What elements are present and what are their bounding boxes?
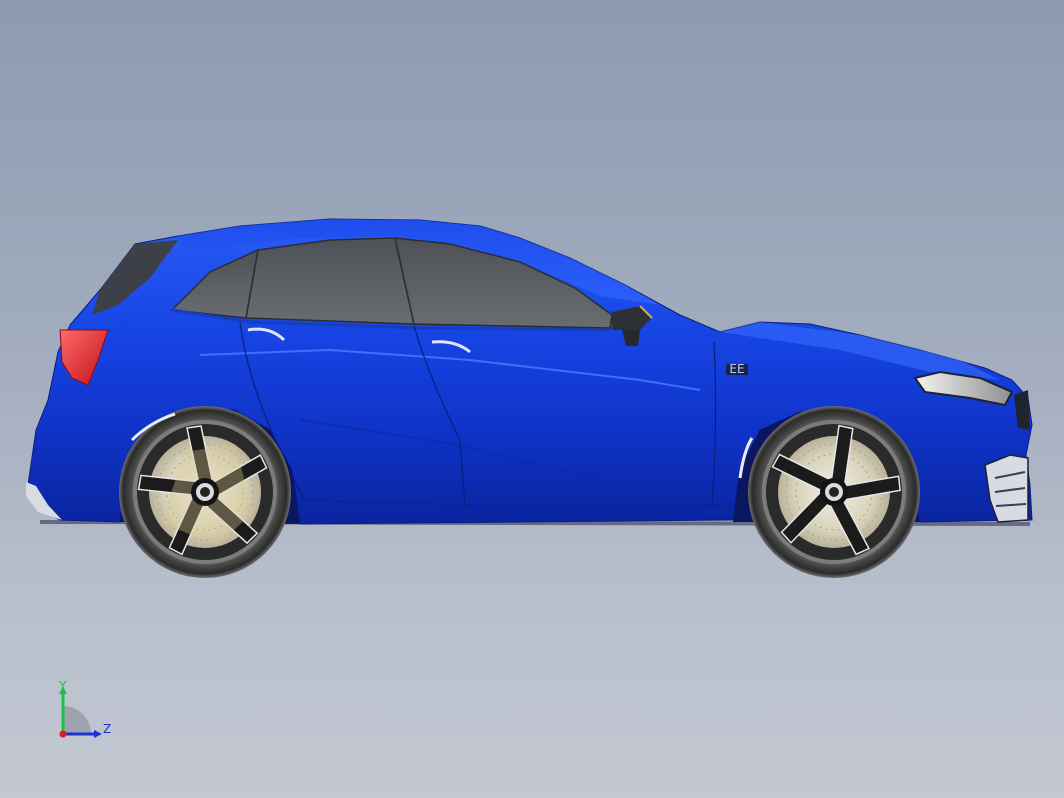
front-wheel — [748, 406, 920, 578]
z-axis-label: Z — [103, 722, 111, 736]
car-model[interactable]: EE — [0, 0, 1064, 798]
rear-door-window — [245, 237, 415, 325]
z-axis-arrow — [94, 730, 102, 738]
svg-text:EE: EE — [729, 362, 744, 376]
rear-wheel — [119, 406, 291, 578]
cad-viewport[interactable]: EE Y Z — [0, 0, 1064, 798]
fender-badge: EE — [726, 362, 748, 376]
y-axis-label: Y — [58, 679, 67, 693]
axis-triad: Y Z — [58, 679, 111, 738]
triad-quadrant — [63, 706, 91, 734]
x-axis-dot — [59, 730, 67, 738]
